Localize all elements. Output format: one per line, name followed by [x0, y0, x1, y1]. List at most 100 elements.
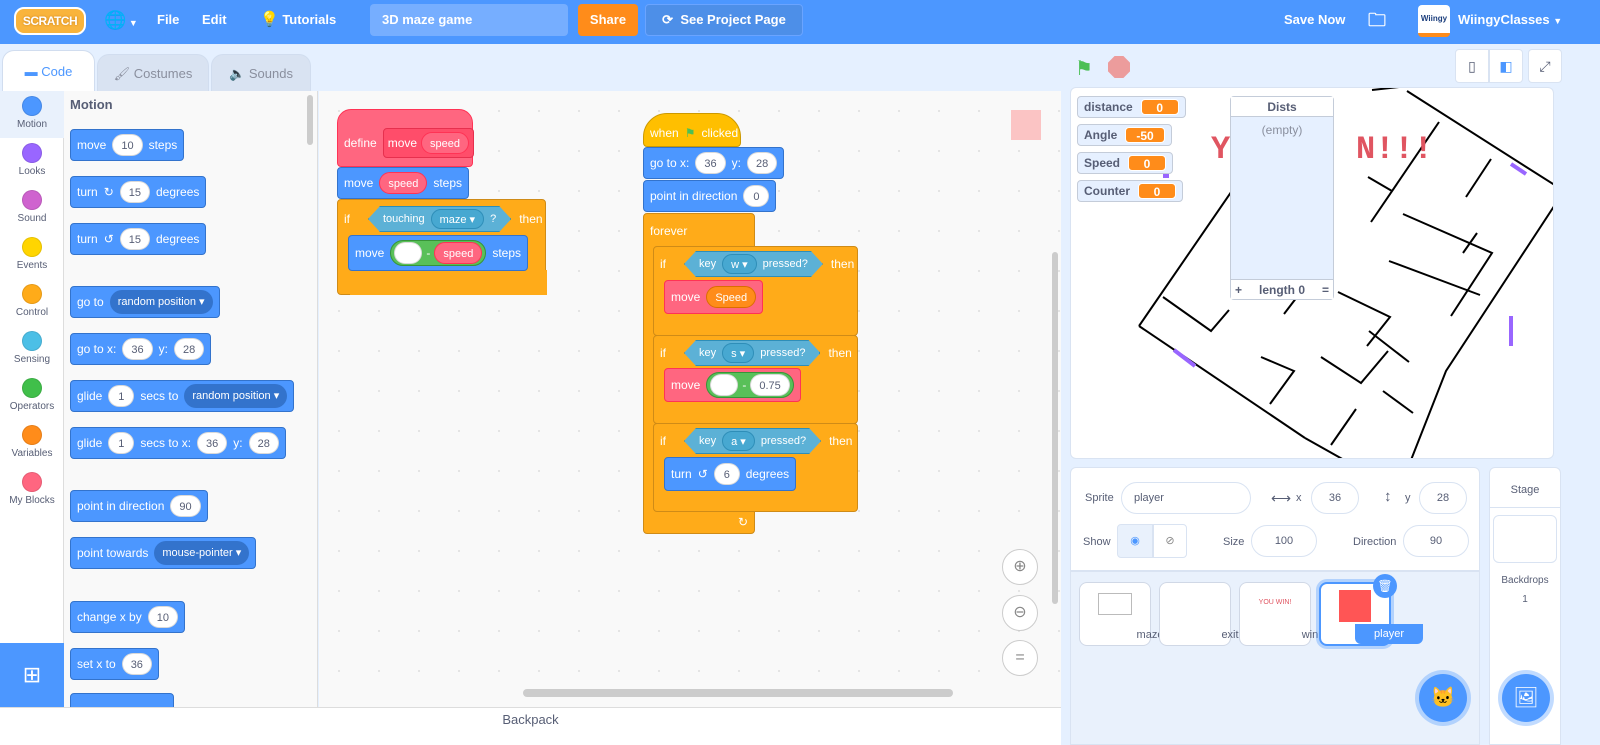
- share-button[interactable]: Share: [578, 4, 638, 36]
- variable-reporter[interactable]: Speed: [706, 286, 757, 308]
- block-input[interactable]: 28: [746, 152, 778, 174]
- variable-monitor-speed[interactable]: Speed 0: [1077, 152, 1174, 174]
- list-monitor-dists[interactable]: Dists (empty) + length 0 =: [1230, 96, 1334, 300]
- sprite-tile-exit[interactable]: exit: [1159, 582, 1239, 646]
- block-go-to[interactable]: go to random position ▾: [70, 286, 220, 318]
- block-input[interactable]: 36: [197, 432, 228, 454]
- size-input[interactable]: 100: [1251, 525, 1317, 557]
- block-subtract[interactable]: -0.75: [706, 372, 794, 398]
- avatar[interactable]: Wiingy: [1418, 5, 1450, 37]
- arg-reporter[interactable]: speed: [379, 172, 428, 194]
- stage[interactable]: Y N!!! distance 0 Angle -50 Speed 0 Counter…: [1070, 87, 1554, 459]
- block-glide-xy[interactable]: glide 1 secs to x: 36 y: 28: [70, 427, 286, 459]
- delete-sprite-button[interactable]: 🗑: [1373, 574, 1397, 598]
- choose-backdrop-button[interactable]: 🖼: [1502, 674, 1550, 722]
- choose-sprite-button[interactable]: 🐱: [1419, 674, 1467, 722]
- category-sensing[interactable]: Sensing: [0, 326, 64, 373]
- tab-costumes[interactable]: 🖌 Costumes: [97, 54, 209, 92]
- tutorials-button[interactable]: 💡 Tutorials: [260, 0, 336, 44]
- see-project-page-button[interactable]: ⟳ See Project Page: [645, 4, 803, 36]
- block-dropdown[interactable]: random position ▾: [109, 290, 213, 314]
- zoom-reset-button[interactable]: =: [1002, 640, 1038, 676]
- y-input[interactable]: 28: [1419, 482, 1467, 514]
- save-now-button[interactable]: Save Now: [1284, 0, 1345, 44]
- language-button[interactable]: 🌐 ▼: [104, 0, 138, 44]
- hide-sprite-button[interactable]: ⊘: [1153, 524, 1187, 558]
- block-set-x[interactable]: set x to 36: [70, 648, 159, 680]
- project-title-input[interactable]: 3D maze game: [370, 4, 568, 36]
- green-flag-button[interactable]: ⚑: [1075, 56, 1093, 81]
- block-input[interactable]: 0.75: [750, 374, 790, 396]
- category-looks[interactable]: Looks: [0, 138, 64, 185]
- small-stage-button[interactable]: ▯: [1455, 49, 1489, 83]
- block-subtract[interactable]: - speed: [390, 240, 487, 266]
- block-move-steps[interactable]: move 10 steps: [70, 129, 185, 161]
- block-dropdown[interactable]: random position ▾: [184, 384, 288, 408]
- block-input[interactable]: 28: [173, 338, 205, 360]
- block-change-x[interactable]: change x by 10: [70, 601, 185, 633]
- scratch-logo[interactable]: SCRATCH: [14, 7, 86, 35]
- block-go-to-xy[interactable]: go to x: 36 y: 28: [643, 147, 785, 179]
- block-move-steps[interactable]: move speed steps: [337, 167, 470, 199]
- block-input[interactable]: 36: [121, 653, 152, 675]
- block-go-to-xy[interactable]: go to x: 36 y: 28: [70, 333, 212, 365]
- block-input[interactable]: [394, 242, 423, 264]
- block-point-in-direction[interactable]: point in direction 0: [643, 180, 777, 212]
- block-define[interactable]: define move speed: [337, 109, 475, 167]
- block-input[interactable]: 28: [248, 432, 279, 454]
- stop-button[interactable]: [1108, 56, 1130, 78]
- block-when-flag-clicked[interactable]: when ⚑ clicked: [643, 113, 741, 147]
- workspace-horizontal-scrollbar[interactable]: [523, 689, 953, 697]
- workspace-vertical-scrollbar[interactable]: [1052, 252, 1058, 604]
- sprite-tile-win[interactable]: YOU WIN! win: [1239, 582, 1318, 646]
- variable-monitor-counter[interactable]: Counter 0: [1077, 180, 1183, 202]
- folder-icon[interactable]: 🗀: [1368, 0, 1386, 44]
- backpack[interactable]: Backpack: [0, 707, 1061, 745]
- list-resize-handle[interactable]: =: [1322, 283, 1329, 297]
- large-stage-button[interactable]: ◧: [1489, 49, 1523, 83]
- block-input[interactable]: 15: [119, 228, 150, 250]
- variable-monitor-angle[interactable]: Angle -50: [1077, 124, 1172, 146]
- sprite-name-input[interactable]: player: [1121, 482, 1251, 514]
- block-dropdown[interactable]: maze ▾: [431, 209, 484, 229]
- block-key-pressed[interactable]: key s ▾ pressed?: [684, 340, 820, 366]
- block-move-steps[interactable]: move - speed steps: [348, 235, 529, 271]
- block-call-move[interactable]: move -0.75: [664, 368, 801, 402]
- palette-scrollbar[interactable]: [307, 95, 313, 145]
- block-input[interactable]: 10: [147, 606, 178, 628]
- block-dropdown[interactable]: mouse-pointer ▾: [154, 541, 250, 565]
- block-input[interactable]: 36: [695, 152, 726, 174]
- zoom-in-button[interactable]: ⊕: [1002, 549, 1038, 585]
- edit-menu[interactable]: Edit: [202, 0, 227, 44]
- block-call-move[interactable]: move Speed: [664, 280, 764, 314]
- block-input[interactable]: 36: [122, 338, 153, 360]
- sprite-tile-maze[interactable]: maze: [1079, 582, 1163, 646]
- tab-sounds[interactable]: 🔈 Sounds: [211, 54, 311, 92]
- block-touching[interactable]: touching maze ▾?: [368, 206, 511, 232]
- block-input[interactable]: 15: [119, 181, 150, 203]
- block-point-in-direction[interactable]: point in direction 90: [70, 490, 208, 522]
- category-my-blocks[interactable]: My Blocks: [0, 467, 64, 514]
- category-events[interactable]: Events: [0, 232, 64, 279]
- code-workspace[interactable]: define move speed move speed steps if touc…: [319, 91, 1061, 707]
- show-sprite-button[interactable]: ◉: [1117, 524, 1153, 558]
- block-dropdown[interactable]: w ▾: [722, 254, 757, 274]
- file-menu[interactable]: File: [157, 0, 179, 44]
- block-input[interactable]: [710, 374, 739, 396]
- category-variables[interactable]: Variables: [0, 420, 64, 467]
- block-input[interactable]: 10: [112, 134, 143, 156]
- category-motion[interactable]: Motion: [0, 91, 64, 138]
- block-input[interactable]: 6: [713, 463, 740, 485]
- fullscreen-button[interactable]: ⤢: [1528, 49, 1562, 83]
- zoom-out-button[interactable]: ⊖: [1002, 595, 1038, 631]
- category-sound[interactable]: Sound: [0, 185, 64, 232]
- block-turn-right[interactable]: turn ↻ 15 degrees: [70, 176, 207, 208]
- block-partial[interactable]: [70, 693, 174, 707]
- category-operators[interactable]: Operators: [0, 373, 64, 420]
- account-menu[interactable]: WiingyClasses ▼: [1458, 0, 1562, 44]
- block-turn-left[interactable]: turn ↺ 15 degrees: [70, 223, 207, 255]
- block-turn-left[interactable]: turn ↺ 6 degrees: [664, 457, 797, 491]
- add-extension-button[interactable]: ⊞: [0, 643, 64, 707]
- stage-selector[interactable]: Stage Backdrops 1 🖼: [1489, 467, 1561, 745]
- block-input[interactable]: 0: [743, 185, 770, 207]
